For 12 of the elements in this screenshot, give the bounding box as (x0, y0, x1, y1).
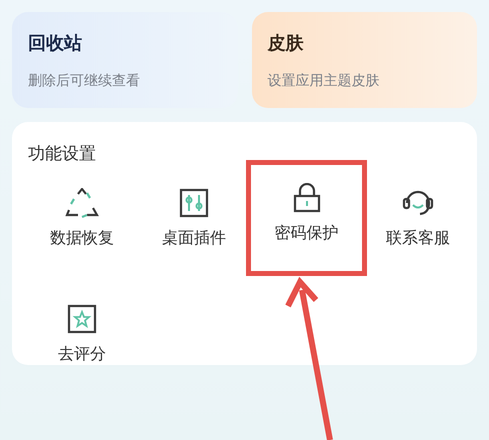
settings-item[interactable]: 数据恢复 (26, 170, 138, 286)
card-subtitle: 设置应用主题皮肤 (268, 72, 380, 91)
lock-icon (292, 182, 320, 212)
card-subtitle: 删除后可继续查看 (28, 72, 141, 91)
settings-item[interactable]: 去评分 (26, 286, 138, 402)
sliders-icon (179, 188, 209, 218)
card-title: 回收站 (28, 32, 83, 56)
section-title: 功能设置 (28, 144, 96, 164)
feature-card[interactable]: 皮肤 设置应用主题皮肤 (252, 12, 477, 108)
settings-item[interactable]: 密码保护 (246, 160, 367, 276)
card-title: 皮肤 (268, 32, 304, 56)
recycle-icon (65, 188, 99, 218)
